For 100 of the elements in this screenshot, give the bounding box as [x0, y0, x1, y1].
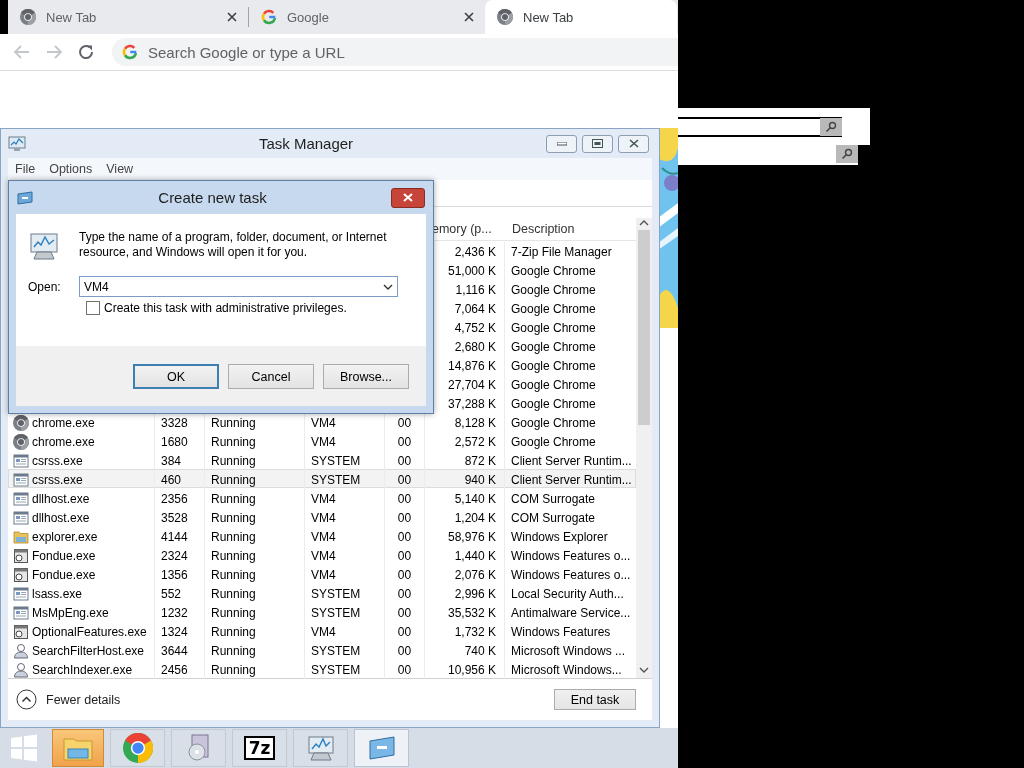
table-cell: 00 — [397, 567, 412, 582]
column-header[interactable]: Description — [504, 222, 636, 236]
table-cell: Windows Explorer — [511, 529, 608, 544]
table-cell: Running — [211, 529, 256, 544]
close-button[interactable] — [391, 187, 425, 208]
table-cell: 7,064 K — [454, 301, 496, 316]
dialog-button[interactable]: Browse... — [323, 364, 409, 389]
browser-tab[interactable]: New Tab — [8, 0, 248, 34]
table-cell: Running — [211, 434, 256, 449]
table-cell: Running — [211, 453, 256, 468]
table-cell: 1680 — [161, 434, 188, 449]
box-icon — [13, 623, 29, 640]
table-cell: Windows Features — [511, 624, 611, 639]
taskbar-button[interactable] — [354, 729, 409, 767]
close-button[interactable] — [618, 134, 649, 153]
table-cell: 940 K — [464, 472, 496, 487]
table-cell: Google Chrome — [511, 301, 596, 316]
search-button[interactable] — [836, 145, 858, 163]
chrome-icon — [13, 433, 29, 450]
windows-logo-icon — [10, 734, 38, 762]
process-name: explorer.exe — [32, 529, 98, 544]
table-cell: 1324 — [161, 624, 188, 639]
table-cell: 872 K — [464, 453, 496, 468]
close-icon[interactable] — [226, 11, 238, 23]
table-cell: 3328 — [161, 415, 188, 430]
table-cell: 10,956 K — [447, 662, 496, 677]
maximize-button[interactable] — [582, 134, 613, 153]
chrome-icon — [122, 733, 153, 763]
search-field[interactable] — [678, 117, 842, 137]
table-cell: 1,732 K — [454, 624, 496, 639]
scrollbar[interactable] — [636, 218, 652, 678]
table-cell: 00 — [397, 491, 412, 506]
table-cell: 1,204 K — [454, 510, 496, 525]
process-name: MsMpEng.exe — [32, 605, 109, 620]
table-cell: 2456 — [161, 662, 188, 677]
end-task-button[interactable]: End task — [554, 689, 636, 710]
table-cell: VM4 — [311, 434, 336, 449]
browser-tab[interactable]: New Tab — [485, 0, 677, 34]
window-icon — [13, 509, 29, 526]
table-cell: VM4 — [311, 529, 336, 544]
table-cell: Running — [211, 662, 256, 677]
table-cell: Microsoft Windows ... — [511, 643, 626, 658]
scroll-up-icon[interactable] — [639, 218, 649, 228]
table-cell: 2,996 K — [454, 586, 496, 601]
fewer-details-link[interactable]: Fewer details — [46, 692, 121, 707]
table-cell: 14,876 K — [447, 358, 496, 373]
table-cell: 00 — [397, 605, 412, 620]
address-field[interactable]: Search Google or type a URL — [112, 38, 678, 66]
table-cell: 552 — [161, 586, 182, 601]
process-name: chrome.exe — [32, 415, 95, 430]
table-cell: Running — [211, 605, 256, 620]
table-cell: 35,532 K — [447, 605, 496, 620]
menu-item[interactable]: Options — [44, 162, 98, 176]
field-label: Open: — [28, 279, 62, 294]
table-cell: 27,704 K — [447, 377, 496, 392]
box-icon — [13, 547, 29, 564]
process-name: OptionalFeatures.exe — [32, 624, 147, 639]
process-name: lsass.exe — [32, 586, 83, 601]
dialog-button[interactable]: OK — [133, 364, 219, 389]
window-icon — [13, 585, 29, 602]
checkbox[interactable] — [86, 301, 100, 315]
scrollbar-thumb[interactable] — [638, 230, 650, 425]
table-cell: VM4 — [311, 510, 336, 525]
table-cell: Running — [211, 548, 256, 563]
collapse-icon[interactable] — [16, 689, 37, 710]
table-cell: 4,752 K — [454, 320, 496, 335]
table-cell: 1,116 K — [455, 282, 496, 297]
table-cell: 8,128 K — [454, 415, 496, 430]
table-cell: Google Chrome — [511, 396, 596, 411]
table-cell: 00 — [397, 453, 412, 468]
table-cell: Running — [211, 510, 256, 525]
table-cell: VM4 — [311, 491, 336, 506]
table-cell: Running — [211, 491, 256, 506]
table-cell: 00 — [397, 624, 412, 639]
table-cell: VM4 — [311, 548, 336, 563]
menu-item[interactable]: File — [10, 162, 41, 176]
table-cell: 3528 — [161, 510, 188, 525]
reload-icon[interactable] — [76, 42, 96, 62]
dropdown-icon[interactable] — [383, 282, 393, 291]
search-button[interactable] — [820, 118, 842, 136]
table-cell: 2356 — [161, 491, 188, 506]
taskbar-button[interactable]: 7z — [232, 729, 287, 767]
table-cell: 00 — [397, 662, 412, 677]
table-cell: 4144 — [161, 529, 188, 544]
minimize-icon — [556, 141, 567, 146]
scroll-down-icon[interactable] — [639, 665, 649, 675]
chrome-icon — [20, 9, 36, 25]
dialog-button[interactable]: Cancel — [228, 364, 314, 389]
table-cell: 00 — [397, 510, 412, 525]
table-cell: VM4 — [311, 415, 336, 430]
open-field[interactable]: VM4 — [79, 276, 398, 297]
menu-item[interactable]: View — [101, 162, 139, 176]
table-cell: 384 — [161, 453, 182, 468]
table-cell: Running — [211, 415, 256, 430]
process-name: SearchIndexer.exe — [32, 662, 133, 677]
table-cell: Google Chrome — [511, 320, 596, 335]
browser-tab[interactable]: Google — [249, 0, 485, 34]
taskbar-button[interactable] — [110, 729, 165, 767]
close-icon[interactable] — [463, 11, 475, 23]
table-cell: 460 — [161, 472, 182, 487]
